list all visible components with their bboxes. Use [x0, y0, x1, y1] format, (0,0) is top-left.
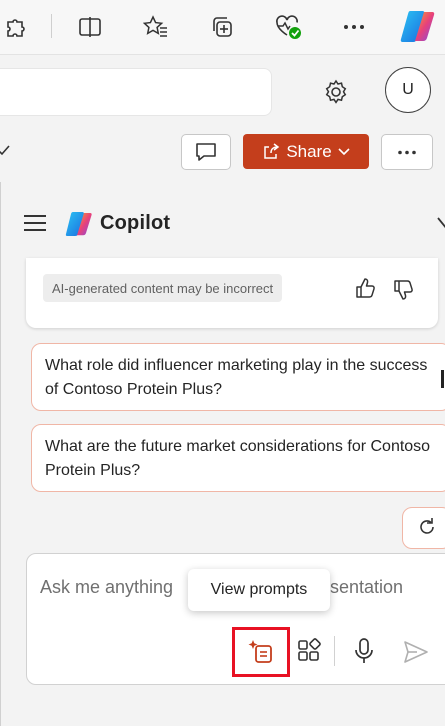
- share-label: Share: [286, 141, 332, 161]
- suggested-prompt-1[interactable]: What role did influencer marketing play …: [31, 343, 445, 411]
- suggested-prompt-2[interactable]: What are the future market consideration…: [31, 424, 445, 492]
- extensions-icon[interactable]: [0, 12, 30, 42]
- thumbs-up-icon[interactable]: [354, 277, 376, 299]
- user-avatar[interactable]: U: [385, 67, 431, 113]
- hamburger-menu-icon[interactable]: [23, 213, 47, 233]
- send-icon[interactable]: [403, 640, 429, 664]
- compose-divider: [334, 636, 335, 666]
- search-box[interactable]: [0, 68, 272, 116]
- browser-essentials-icon[interactable]: [273, 12, 303, 42]
- refresh-icon: [420, 518, 434, 534]
- toolbar-divider: [51, 14, 52, 38]
- view-prompts-tooltip: View prompts: [188, 569, 330, 611]
- settings-gear-icon[interactable]: [322, 78, 350, 106]
- copilot-logo-icon[interactable]: [398, 6, 438, 46]
- plugins-grid-icon[interactable]: [296, 638, 322, 664]
- close-icon[interactable]: [437, 217, 445, 233]
- compose-placeholder[interactable]: Ask me anything: [40, 577, 173, 598]
- share-icon: [264, 142, 280, 159]
- avatar-initial: U: [402, 81, 414, 98]
- view-prompts-button[interactable]: [232, 627, 290, 677]
- refresh-suggestions-button[interactable]: [402, 507, 445, 549]
- comment-icon: [196, 143, 216, 161]
- more-options-button[interactable]: [381, 134, 433, 170]
- chevron-down-icon: [338, 147, 350, 155]
- microphone-icon[interactable]: [353, 637, 375, 665]
- checkmark-icon: [0, 144, 10, 156]
- copilot-logo-icon: [65, 211, 93, 237]
- copilot-title: Copilot: [100, 212, 171, 234]
- collections-icon[interactable]: [207, 12, 237, 42]
- prompt-sparkle-icon: [248, 640, 272, 663]
- ai-disclaimer: AI-generated content may be incorrect: [43, 274, 283, 302]
- more-icon[interactable]: [339, 12, 369, 42]
- compose-placeholder-tail: sentation: [330, 577, 404, 597]
- text-cursor: [441, 370, 444, 388]
- split-screen-icon[interactable]: [75, 12, 105, 42]
- more-icon: [398, 150, 416, 154]
- favorites-icon[interactable]: [141, 12, 171, 42]
- thumbs-down-icon[interactable]: [392, 279, 414, 301]
- share-button[interactable]: Share: [243, 134, 369, 169]
- comments-button[interactable]: [181, 134, 231, 170]
